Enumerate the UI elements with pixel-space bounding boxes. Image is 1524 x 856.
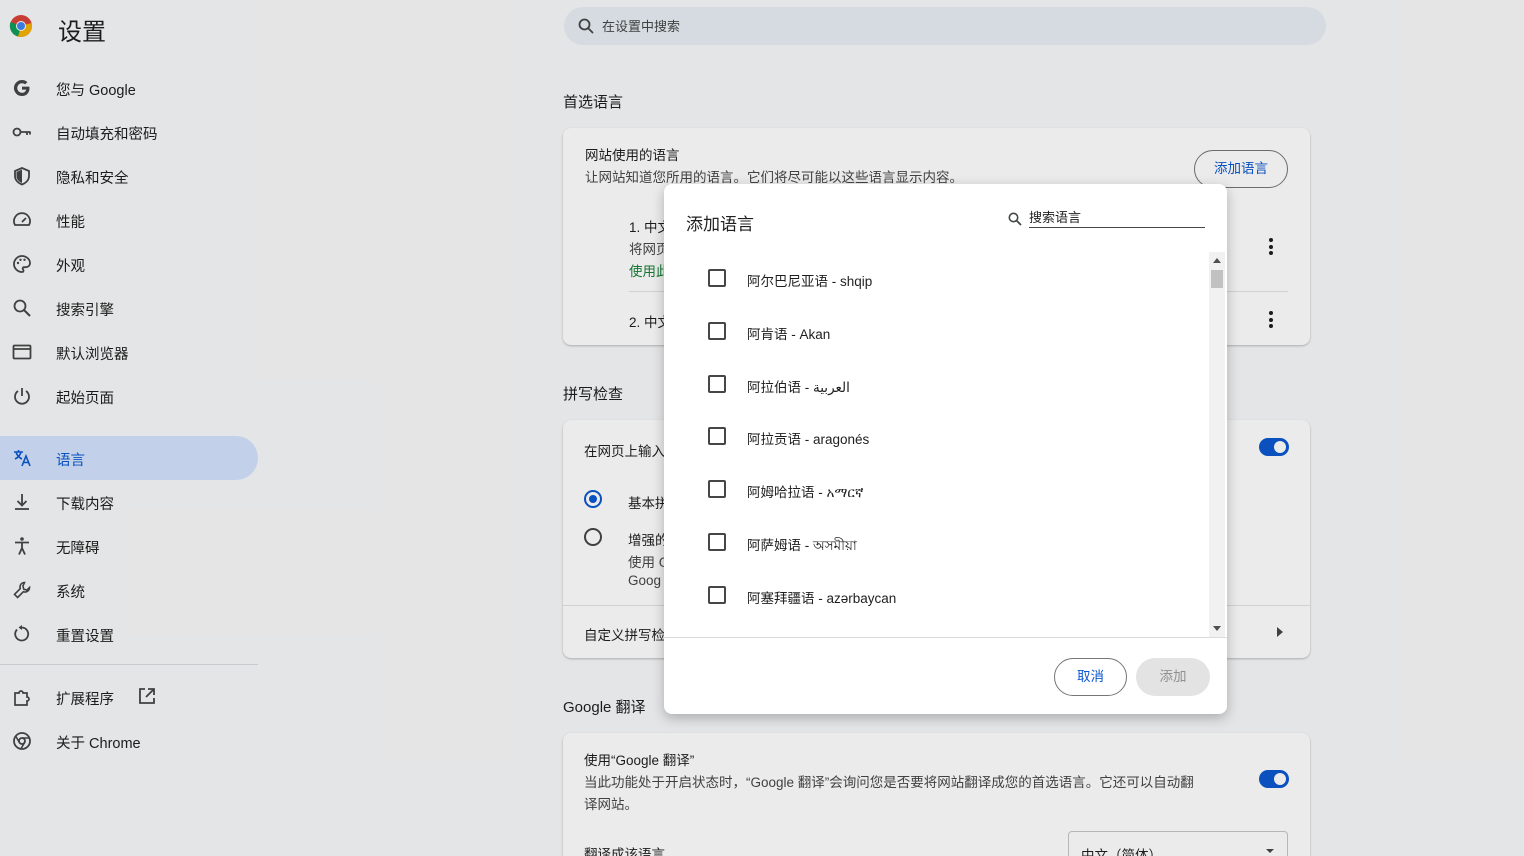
language-checkbox[interactable] [708, 375, 726, 393]
language-checkbox[interactable] [708, 586, 726, 604]
language-checkbox[interactable] [708, 322, 726, 340]
language-checkbox[interactable] [708, 480, 726, 498]
language-option-label: 阿拉贡语 - aragonés [747, 432, 870, 447]
dialog-divider [664, 637, 1227, 638]
language-option-label: 阿萨姆语 - অসমীয়া [747, 538, 857, 553]
dialog-title: 添加语言 [686, 215, 754, 234]
add-button[interactable]: 添加 [1136, 658, 1210, 696]
language-list-scrollbar[interactable] [1209, 252, 1225, 637]
language-option[interactable]: 阿萨姆语 - অসমীয়া [664, 516, 1209, 568]
language-search-input[interactable] [1029, 208, 1205, 228]
add-languages-dialog: 添加语言 阿尔巴尼亚语 - shqip 阿肯语 - Akan 阿拉伯语 - ال… [664, 184, 1227, 714]
language-list: 阿尔巴尼亚语 - shqip 阿肯语 - Akan 阿拉伯语 - العربية… [664, 252, 1209, 637]
language-option[interactable]: 阿拉贡语 - aragonés [664, 410, 1209, 462]
language-option[interactable]: 阿肯语 - Akan [664, 305, 1209, 357]
language-option-label: 阿姆哈拉语 - አማርኛ [747, 485, 864, 500]
scroll-down-arrow-icon[interactable] [1213, 626, 1221, 631]
cancel-button[interactable]: 取消 [1054, 658, 1127, 696]
language-option-label: 阿塞拜疆语 - azərbaycan [747, 591, 897, 606]
language-option[interactable]: 阿尔巴尼亚语 - shqip [664, 252, 1209, 304]
language-option[interactable]: 阿拉伯语 - العربية [664, 358, 1209, 410]
language-search[interactable] [1008, 208, 1206, 230]
search-icon [1008, 212, 1022, 226]
scroll-up-arrow-icon[interactable] [1213, 258, 1221, 263]
scroll-thumb[interactable] [1211, 270, 1223, 288]
language-checkbox[interactable] [708, 533, 726, 551]
language-option-label: 阿肯语 - Akan [747, 327, 831, 342]
language-option-label: 阿尔巴尼亚语 - shqip [747, 274, 873, 289]
language-checkbox[interactable] [708, 269, 726, 287]
language-checkbox[interactable] [708, 427, 726, 445]
language-option-label: 阿拉伯语 - العربية [747, 380, 850, 395]
language-option[interactable]: 阿姆哈拉语 - አማርኛ [664, 463, 1209, 515]
language-option[interactable]: 阿塞拜疆语 - azərbaycan [664, 569, 1209, 621]
